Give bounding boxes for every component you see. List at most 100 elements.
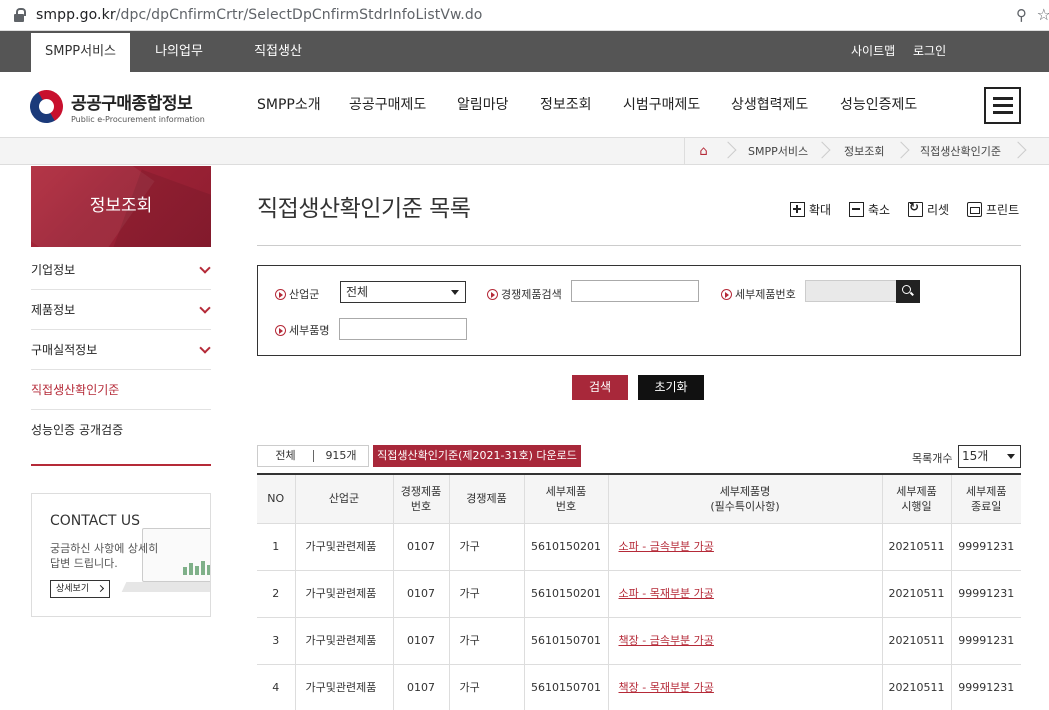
column-header[interactable]: 세부제품명 (필수특이사항) bbox=[607, 474, 883, 524]
industry-select[interactable]: 전체 bbox=[340, 281, 466, 303]
lock-icon bbox=[14, 8, 26, 22]
row-industry: 가구및관련제품 bbox=[294, 616, 394, 665]
chevron-down-icon bbox=[199, 302, 211, 314]
column-header[interactable]: 세부제품 번호 bbox=[523, 474, 609, 524]
breadcrumb-separator bbox=[1012, 138, 1024, 165]
login-link[interactable]: 로그인 bbox=[913, 31, 946, 72]
column-header[interactable]: 산업군 bbox=[294, 474, 394, 524]
top-bar: SMPP서비스 나의업무 직접생산 사이트맵 로그인 bbox=[0, 31, 1049, 72]
competitive-product-input[interactable] bbox=[571, 280, 699, 302]
breadcrumb-separator bbox=[816, 138, 828, 165]
bullet-icon bbox=[487, 288, 498, 300]
row-no: 2 bbox=[257, 569, 296, 618]
reset-icon bbox=[908, 200, 923, 217]
detail-product-no-input[interactable] bbox=[805, 280, 897, 302]
hamburger-menu-icon[interactable] bbox=[984, 87, 1021, 124]
row-comp: 가구 bbox=[448, 522, 525, 571]
bookmark-star-icon[interactable]: ☆ bbox=[1037, 5, 1049, 24]
sidebar-divider bbox=[31, 464, 211, 466]
contact-more-button[interactable]: 상세보기 bbox=[50, 580, 110, 598]
bullet-icon bbox=[721, 288, 732, 300]
column-header[interactable]: 세부제품 시행일 bbox=[881, 474, 952, 524]
zoom-out-button[interactable]: 축소 bbox=[849, 201, 890, 218]
sidebar-item-performance-verification[interactable]: 성능인증 공개검증 bbox=[31, 410, 211, 450]
row-start-date: 20210511 bbox=[881, 522, 952, 571]
tab-my-work[interactable]: 나의업무 bbox=[130, 31, 228, 72]
gnb-cooperation[interactable]: 상생협력제도 bbox=[731, 72, 808, 138]
row-end-date: 99991231 bbox=[950, 569, 1021, 618]
sidebar-item-product-info[interactable]: 제품정보 bbox=[31, 290, 211, 330]
zoom-icon[interactable]: ⚲ bbox=[1016, 6, 1027, 24]
row-end-date: 99991231 bbox=[950, 663, 1021, 710]
search-panel bbox=[257, 265, 1021, 356]
bullet-icon bbox=[275, 288, 286, 300]
column-header[interactable]: NO bbox=[257, 474, 296, 524]
browser-address-bar[interactable]: smpp.go.kr/dpc/dpCnfirmCrtr/SelectDpCnfi… bbox=[0, 0, 1049, 31]
gnb-notice[interactable]: 알림마당 bbox=[457, 72, 509, 138]
row-comp: 가구 bbox=[448, 663, 525, 710]
site-header: 공공구매종합정보 Public e-Procurement informatio… bbox=[0, 72, 1049, 138]
gnb-smpp-intro[interactable]: SMPP소개 bbox=[257, 72, 321, 138]
breadcrumb: ⌂ SMPP서비스 정보조회 직접생산확인기준 bbox=[0, 138, 1049, 165]
column-header[interactable]: 경쟁제품 bbox=[448, 474, 525, 524]
row-detail-name-link[interactable]: 소파 - 목재부분 가공 bbox=[619, 587, 714, 600]
gnb-info-search[interactable]: 정보조회 bbox=[540, 72, 592, 138]
search-icon[interactable] bbox=[896, 280, 920, 303]
gnb-public-procurement[interactable]: 공공구매제도 bbox=[349, 72, 426, 138]
taegeuk-emblem-icon bbox=[23, 83, 70, 130]
print-button[interactable]: 프린트 bbox=[967, 201, 1019, 218]
sitemap-link[interactable]: 사이트맵 bbox=[851, 31, 895, 72]
tab-direct-production[interactable]: 직접생산 bbox=[228, 31, 328, 72]
criteria-table: NO 산업군 경쟁제품 번호 경쟁제품 세부제품 번호 세부제품명 (필수특이사… bbox=[257, 473, 1021, 710]
table-row[interactable]: 3 가구및관련제품 0107 가구 5610150701 책장 - 금속부분 가… bbox=[257, 616, 1021, 665]
site-logo[interactable]: 공공구매종합정보 Public e-Procurement informatio… bbox=[23, 83, 205, 130]
home-icon[interactable]: ⌂ bbox=[684, 138, 722, 165]
row-start-date: 20210511 bbox=[881, 569, 952, 618]
row-comp: 가구 bbox=[448, 616, 525, 665]
row-comp-no: 0107 bbox=[392, 569, 450, 618]
table-row[interactable]: 2 가구및관련제품 0107 가구 5610150201 소파 - 목재부분 가… bbox=[257, 569, 1021, 618]
row-detail-no: 5610150201 bbox=[523, 522, 609, 571]
download-button[interactable]: 직접생산확인기준(제2021-31호) 다운로드 bbox=[373, 445, 581, 467]
bullet-icon bbox=[275, 324, 286, 336]
reset-view-button[interactable]: 리셋 bbox=[908, 200, 949, 218]
gnb-pilot-purchase[interactable]: 시범구매제도 bbox=[623, 72, 700, 138]
sidebar-title: 정보조회 bbox=[31, 166, 211, 247]
tab-smpp-service[interactable]: SMPP서비스 bbox=[31, 33, 130, 72]
row-no: 1 bbox=[257, 522, 296, 571]
chevron-down-icon bbox=[199, 262, 211, 274]
url-text[interactable]: smpp.go.kr/dpc/dpCnfirmCrtr/SelectDpCnfi… bbox=[36, 7, 482, 23]
sidebar-item-company-info[interactable]: 기업정보 bbox=[31, 250, 211, 290]
search-button[interactable]: 검색 bbox=[572, 375, 628, 400]
gnb-performance-cert[interactable]: 성능인증제도 bbox=[840, 72, 917, 138]
total-count: 전체 915개 bbox=[257, 445, 369, 467]
row-detail-no: 5610150701 bbox=[523, 616, 609, 665]
printer-icon bbox=[967, 202, 982, 217]
row-detail-name-link[interactable]: 책장 - 금속부분 가공 bbox=[619, 634, 714, 647]
table-header-row: NO 산업군 경쟁제품 번호 경쟁제품 세부제품 번호 세부제품명 (필수특이사… bbox=[257, 474, 1021, 524]
keyboard-illustration bbox=[121, 582, 210, 592]
per-page-select[interactable]: 15개 bbox=[958, 445, 1021, 468]
table-row[interactable]: 1 가구및관련제품 0107 가구 5610150201 소파 - 금속부분 가… bbox=[257, 522, 1021, 571]
breadcrumb-separator bbox=[722, 138, 734, 165]
table-row[interactable]: 4 가구및관련제품 0107 가구 5610150701 책장 - 목재부분 가… bbox=[257, 663, 1021, 710]
row-no: 4 bbox=[257, 663, 296, 710]
sidebar-item-direct-production-criteria[interactable]: 직접생산확인기준 bbox=[31, 370, 211, 410]
detail-product-name-input[interactable] bbox=[339, 318, 467, 340]
column-header[interactable]: 경쟁제품 번호 bbox=[392, 474, 450, 524]
row-industry: 가구및관련제품 bbox=[294, 569, 394, 618]
reset-button[interactable]: 초기화 bbox=[638, 375, 704, 400]
breadcrumb-item[interactable]: 정보조회 bbox=[844, 138, 884, 165]
minus-box-icon bbox=[849, 202, 864, 217]
sidebar-item-purchase-record[interactable]: 구매실적정보 bbox=[31, 330, 211, 370]
zoom-in-button[interactable]: 확대 bbox=[790, 201, 831, 218]
row-detail-no: 5610150201 bbox=[523, 569, 609, 618]
column-header[interactable]: 세부제품 종료일 bbox=[950, 474, 1021, 524]
breadcrumb-item[interactable]: SMPP서비스 bbox=[748, 138, 808, 165]
breadcrumb-item-current[interactable]: 직접생산확인기준 bbox=[920, 138, 1001, 165]
row-detail-name-link[interactable]: 소파 - 금속부분 가공 bbox=[619, 540, 714, 553]
industry-label: 산업군 bbox=[275, 286, 319, 302]
title-divider bbox=[257, 245, 1021, 246]
row-detail-name-link[interactable]: 책장 - 목재부분 가공 bbox=[619, 681, 714, 694]
row-comp-no: 0107 bbox=[392, 522, 450, 571]
